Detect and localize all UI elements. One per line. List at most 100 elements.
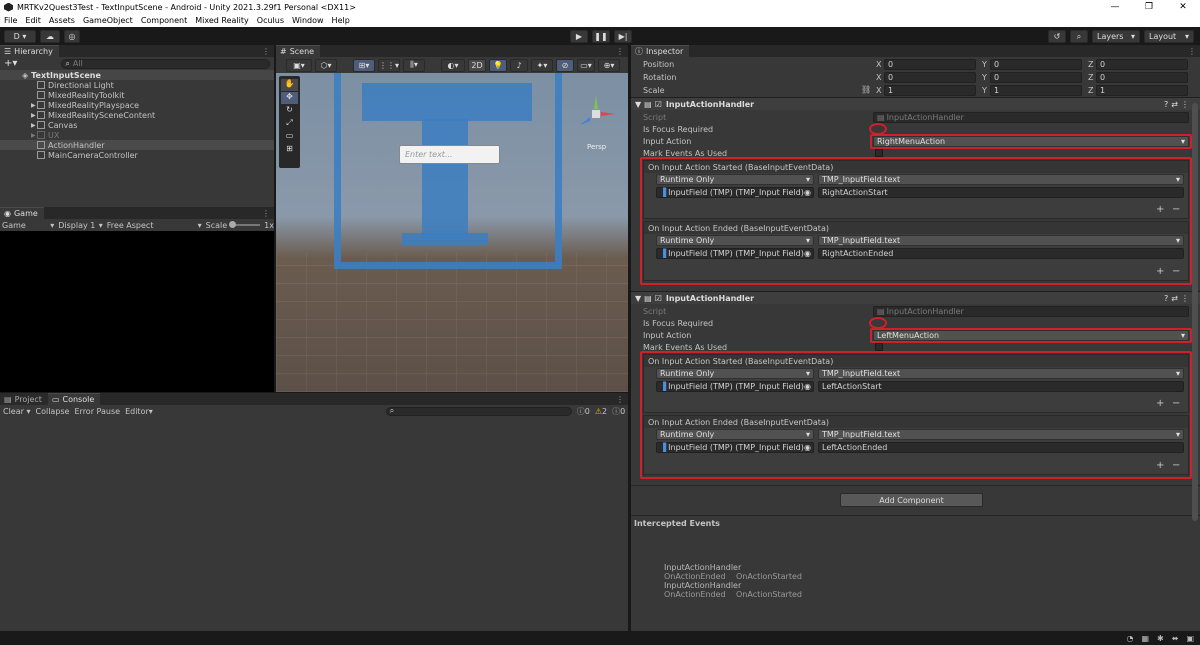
scene-root[interactable]: ◈ TextInputScene — [0, 70, 274, 80]
history-icon[interactable]: ↺ — [1048, 30, 1066, 43]
error-pause-toggle[interactable]: Error Pause — [74, 407, 120, 416]
panel-menu-icon[interactable]: ⋮ — [616, 395, 624, 404]
add-listener-button[interactable]: + — [1156, 204, 1164, 215]
scale-z-field[interactable]: 1 — [1096, 85, 1188, 96]
game-mode-dropdown[interactable]: Game ▾ — [2, 221, 54, 230]
scene-viewport[interactable]: Enter text... ✋ ✥ ↻ ⤢ ▭ ⊞ Persp — [276, 73, 628, 392]
menu-edit[interactable]: Edit — [25, 16, 41, 25]
component-header[interactable]: ▼ ▤ ☑ InputActionHandler ?⇄⋮ — [631, 291, 1200, 304]
object-picker-icon[interactable]: ◉ — [804, 382, 811, 391]
list-item[interactable]: MainCameraController — [0, 150, 274, 160]
transform-tool-icon[interactable]: ⊞ — [281, 144, 298, 156]
collab-icon[interactable]: ◎ — [64, 30, 80, 43]
mark-events-checkbox[interactable] — [875, 343, 883, 351]
account-dropdown[interactable]: D ▾ — [4, 30, 36, 43]
layers-dropdown[interactable]: Layers ▾ — [1092, 30, 1140, 43]
scale-y-field[interactable]: 1 — [990, 85, 1082, 96]
gizmo-x-axis[interactable] — [601, 112, 615, 116]
enabled-checkbox[interactable]: ☑ — [655, 294, 662, 303]
tab-scene[interactable]: # Scene — [276, 45, 321, 57]
scale-slider[interactable] — [229, 221, 261, 228]
network-icon[interactable]: ⬌ — [1172, 634, 1179, 643]
runtime-dropdown[interactable]: Runtime Only ▾ — [656, 235, 814, 246]
play-button[interactable]: ▶ — [570, 30, 588, 43]
package-icon[interactable]: ▦ — [1141, 634, 1149, 643]
close-button[interactable]: ✕ — [1166, 0, 1200, 14]
gizmos-icon[interactable]: ⊕▾ — [598, 58, 620, 72]
component-header[interactable]: ▼ ▤ ☑ InputActionHandler ?⇄⋮ — [631, 97, 1200, 110]
input-action-dropdown[interactable]: LeftMenuAction ▾ — [873, 330, 1189, 341]
object-picker-icon[interactable]: ◉ — [804, 443, 811, 452]
visibility-icon[interactable]: ⊘ — [556, 58, 574, 72]
function-dropdown[interactable]: TMP_InputField.text ▾ — [818, 174, 1184, 185]
collapse-arrow-icon[interactable]: ▼ — [635, 294, 641, 303]
component-options-icons[interactable]: ?⇄⋮ — [1164, 294, 1192, 303]
display-dropdown[interactable]: Display 1 ▾ — [58, 221, 103, 230]
pause-button[interactable]: ❚❚ — [592, 30, 610, 43]
rotation-x-field[interactable]: 0 — [884, 72, 976, 83]
panel-menu-icon[interactable]: ⋮ — [1188, 47, 1196, 56]
runtime-dropdown[interactable]: Runtime Only ▾ — [656, 174, 814, 185]
clear-dropdown[interactable]: Clear ▾ — [3, 407, 30, 416]
rect-tool-icon[interactable]: ▭ — [281, 131, 298, 143]
function-dropdown[interactable]: TMP_InputField.text ▾ — [818, 429, 1184, 440]
menu-component[interactable]: Component — [141, 16, 187, 25]
gizmo-y-axis[interactable] — [594, 95, 598, 109]
menu-oculus[interactable]: Oculus — [257, 16, 284, 25]
list-item[interactable]: ▶ MixedRealityPlayspace — [0, 100, 274, 110]
position-z-field[interactable]: 0 — [1096, 59, 1188, 70]
light-icon[interactable]: 💡 — [489, 58, 507, 72]
panel-menu-icon[interactable]: ⋮ — [616, 47, 624, 56]
editor-dropdown[interactable]: Editor▾ — [125, 407, 153, 416]
add-listener-button[interactable]: + — [1156, 266, 1164, 277]
search-icon[interactable]: ⌕ — [1070, 30, 1088, 43]
grid-snap-icon[interactable]: ⊞▾ — [353, 58, 375, 72]
target-object-field[interactable]: ▐ InputField (TMP) (TMP_Input Field) ◉ — [656, 381, 814, 392]
menu-window[interactable]: Window — [292, 16, 324, 25]
hierarchy-search-input[interactable]: ⌕ All — [61, 58, 270, 69]
warning-count-badge[interactable]: ⚠2 — [595, 407, 607, 416]
target-object-field[interactable]: ▐ InputField (TMP) (TMP_Input Field) ◉ — [656, 248, 814, 259]
console-search-input[interactable]: ⌕ — [385, 406, 572, 416]
object-picker-icon[interactable]: ◉ — [804, 188, 811, 197]
add-listener-button[interactable]: + — [1156, 398, 1164, 409]
enabled-checkbox[interactable]: ☑ — [655, 100, 662, 109]
maximize-button[interactable]: ❐ — [1132, 0, 1166, 14]
collapse-arrow-icon[interactable]: ▼ — [635, 100, 641, 109]
move-tool-icon[interactable]: ✥ — [281, 92, 298, 104]
cache-icon[interactable]: ▣ — [1186, 634, 1194, 643]
cube-icon[interactable]: ⬡▾ — [315, 58, 337, 72]
rulers-icon[interactable]: ⫼▾ — [403, 58, 425, 72]
camera-icon[interactable]: ▭▾ — [577, 58, 595, 72]
remove-listener-button[interactable]: − — [1172, 266, 1180, 277]
link-icon[interactable]: ⛓ — [861, 85, 871, 94]
tab-game[interactable]: ◉ Game — [0, 207, 44, 219]
effects-icon[interactable]: ✦▾ — [531, 58, 553, 72]
list-item[interactable]: Directional Light — [0, 80, 274, 90]
target-object-field[interactable]: ▐ InputField (TMP) (TMP_Input Field) ◉ — [656, 442, 814, 453]
function-dropdown[interactable]: TMP_InputField.text ▾ — [818, 368, 1184, 379]
scene-input-field[interactable]: Enter text... — [399, 145, 500, 164]
rotate-tool-icon[interactable]: ↻ — [281, 105, 298, 117]
inspector-scrollbar[interactable] — [1192, 103, 1198, 521]
remove-listener-button[interactable]: − — [1172, 204, 1180, 215]
menu-help[interactable]: Help — [332, 16, 350, 25]
rotation-y-field[interactable]: 0 — [990, 72, 1082, 83]
mark-events-checkbox[interactable] — [875, 149, 883, 157]
aspect-dropdown[interactable]: Free Aspect ▾ — [107, 221, 202, 230]
position-x-field[interactable]: 0 — [884, 59, 976, 70]
minimize-button[interactable]: — — [1098, 0, 1132, 14]
add-icon[interactable]: +▾ — [4, 58, 17, 69]
error-count-badge[interactable]: ⓘ0 — [612, 406, 625, 417]
menu-assets[interactable]: Assets — [49, 16, 75, 25]
bug-icon[interactable]: ✱ — [1157, 634, 1164, 643]
audio-icon[interactable]: ♪ — [510, 58, 528, 72]
tab-hierarchy[interactable]: ☰ Hierarchy — [0, 45, 59, 57]
panel-menu-icon[interactable]: ⋮ — [262, 47, 270, 56]
menu-file[interactable]: File — [4, 16, 17, 25]
scene-orientation-gizmo[interactable] — [576, 95, 616, 135]
rotation-z-field[interactable]: 0 — [1096, 72, 1188, 83]
remove-listener-button[interactable]: − — [1172, 398, 1180, 409]
list-item[interactable]: ActionHandler — [0, 140, 274, 150]
argument-field[interactable]: LeftActionStart — [818, 381, 1184, 392]
